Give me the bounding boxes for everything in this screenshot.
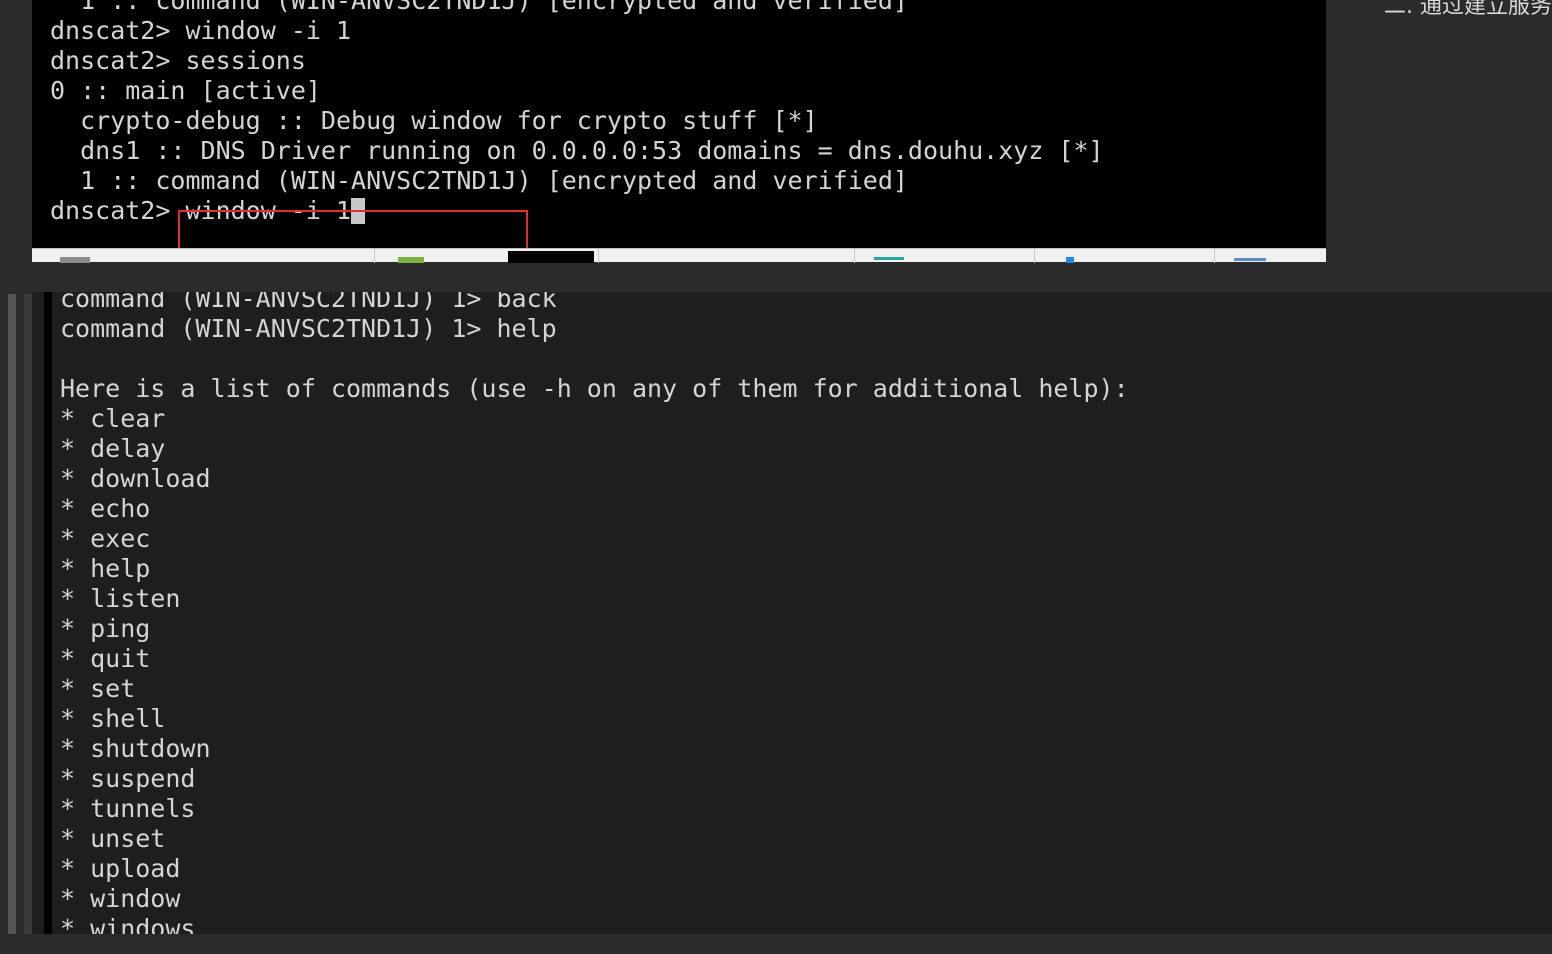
command-list-item: * upload (60, 854, 181, 883)
terminal-border (44, 292, 52, 934)
taskbar-divider (374, 249, 375, 263)
command-list-item: * windows (60, 914, 196, 934)
taskbar-icon[interactable] (874, 257, 904, 260)
terminal-output: 1 :: command (WIN-ANVSC2TND1J) [encrypte… (50, 0, 1104, 226)
command-list-item: * download (60, 464, 211, 493)
taskbar-strip (32, 248, 1326, 263)
taskbar-icon[interactable] (1066, 257, 1074, 263)
corner-heading-fragment: 二. 通过建立服务 (1384, 0, 1552, 19)
terminal-line: command (WIN-ANVSC2TND1J) 1> help (60, 314, 557, 343)
command-list-item: * tunnels (60, 794, 196, 823)
terminal-line: crypto-debug :: Debug window for crypto … (50, 106, 818, 135)
command-list-item: * echo (60, 494, 151, 523)
terminal-line: 1 :: command (WIN-ANVSC2TND1J) [encrypte… (50, 166, 908, 195)
command-list-item: * exec (60, 524, 151, 553)
command-list-item: * shell (60, 704, 166, 733)
command-list-item: * quit (60, 644, 151, 673)
taskbar-divider (1034, 249, 1035, 263)
command-list-item: * unset (60, 824, 166, 853)
command-list-item: * shutdown (60, 734, 211, 763)
terminal-line: dns1 :: DNS Driver running on 0.0.0.0:53… (50, 136, 1104, 165)
highlight-annotation-box (178, 210, 528, 252)
page-bottom-strip (0, 934, 1552, 954)
command-list-item: * ping (60, 614, 151, 643)
terminal-line: command (WIN-ANVSC2TND1J) 1> back (60, 292, 557, 313)
terminal-line: Here is a list of commands (use -h on an… (60, 374, 1129, 403)
terminal-line: 1 :: command (WIN-ANVSC2TND1J) [encrypte… (50, 0, 908, 15)
taskbar-divider (1214, 249, 1215, 263)
command-list-item: * help (60, 554, 151, 583)
command-list-item: * set (60, 674, 136, 703)
taskbar-icon[interactable] (60, 257, 90, 263)
terminal-output: command (WIN-ANVSC2TND1J) 1> back comman… (60, 292, 1129, 934)
command-list-item: * clear (60, 404, 166, 433)
screenshot-stage: 二. 通过建立服务 1 :: command (WIN-ANVSC2TND1J)… (0, 0, 1552, 954)
taskbar-divider (854, 249, 855, 263)
terminal-line: 0 :: main [active] (50, 76, 321, 105)
taskbar-active-item[interactable] (508, 251, 594, 263)
command-list-item: * listen (60, 584, 181, 613)
command-list-item: * delay (60, 434, 166, 463)
terminal-window-bottom[interactable]: command (WIN-ANVSC2TND1J) 1> back comman… (32, 292, 1552, 934)
window-frame-edge (24, 294, 32, 940)
command-list-item: * suspend (60, 764, 196, 793)
terminal-line: dnscat2> sessions (50, 46, 306, 75)
terminal-line: dnscat2> window -i 1 (50, 16, 352, 45)
command-list-item: * window (60, 884, 181, 913)
taskbar-icon[interactable] (398, 257, 424, 263)
prompt-text: dnscat2> (50, 196, 186, 225)
taskbar-divider (598, 249, 599, 263)
window-frame-edge (8, 294, 16, 940)
taskbar-icon[interactable] (1234, 258, 1266, 261)
